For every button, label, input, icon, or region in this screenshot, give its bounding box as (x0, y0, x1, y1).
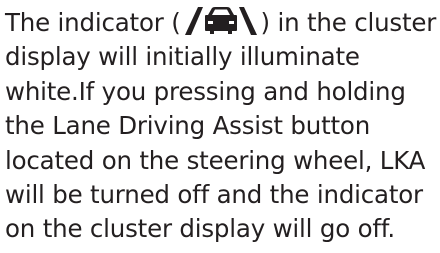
instruction-paragraph: The indicator ( ) in the cluster display… (5, 6, 437, 247)
paragraph-line-7: on the cluster display will go off. (5, 214, 396, 244)
line-1-text-before: The indicator ( (5, 8, 181, 37)
paragraph-line-3: white.If you pressing and holding (5, 76, 406, 106)
paragraph-line-2: display will initially illuminate (5, 42, 360, 72)
paragraph-line-4: the Lane Driving Assist button (5, 111, 371, 141)
paragraph-line-1: The indicator ( ) in the cluster (5, 6, 437, 40)
paragraph-line-6: will be turned off and the indicator (5, 180, 423, 210)
paragraph-line-5: located on the steering wheel, LKA (5, 145, 426, 175)
line-1-text-after: ) in the cluster (260, 8, 437, 37)
lane-keeping-assist-indicator-icon (184, 7, 257, 35)
